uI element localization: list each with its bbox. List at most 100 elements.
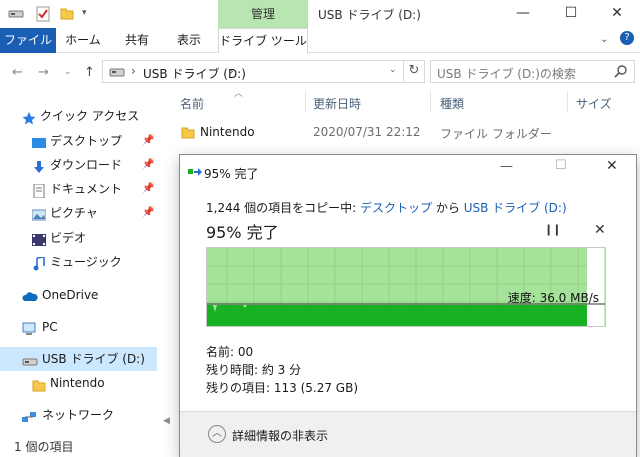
chevron-down-icon[interactable]: ⌄ — [600, 34, 608, 45]
breadcrumb-separator[interactable]: › — [229, 64, 234, 78]
column-divider[interactable] — [305, 91, 306, 113]
search-field[interactable]: USB ドライブ (D:)の検索 — [430, 60, 635, 83]
graph-grid — [207, 248, 605, 326]
throughput-area — [207, 305, 587, 326]
column-header-name[interactable]: 名前 — [180, 95, 204, 112]
address-dropdown-icon[interactable]: ⌄ — [389, 65, 397, 75]
column-divider[interactable] — [567, 91, 568, 113]
pin-icon[interactable]: 📌 — [142, 129, 154, 153]
less-details-button[interactable]: 詳細情報の非表示 — [232, 427, 328, 444]
nav-label: ミュージック — [50, 255, 122, 269]
table-row[interactable]: Nintendo 2020/07/31 22:12 ファイル フォルダー — [176, 121, 636, 143]
copy-description: 1,244 個の項目をコピー中: デスクトップ から USB ドライブ (D:) — [206, 199, 567, 216]
address-bar[interactable]: › USB ドライブ (D:) › ⌄ — [102, 60, 404, 83]
document-icon — [32, 182, 46, 199]
forward-arrow-icon[interactable]: → — [38, 65, 49, 80]
source-link[interactable]: デスクトップ — [360, 201, 432, 215]
column-header-size[interactable]: サイズ — [576, 95, 612, 112]
minimize-button[interactable]: — — [500, 0, 546, 28]
file-date: 2020/07/31 22:12 — [313, 125, 421, 139]
search-icon[interactable] — [614, 64, 628, 81]
file-type: ファイル フォルダー — [440, 127, 552, 141]
back-arrow-icon[interactable]: ← — [12, 65, 23, 80]
drive-icon — [22, 352, 38, 366]
destination-link[interactable]: USB ドライブ (D:) — [464, 201, 567, 215]
dialog-close-button[interactable]: ✕ — [606, 158, 618, 174]
drive-icon — [8, 6, 24, 23]
percent-complete: 95% 完了 — [206, 223, 279, 242]
maximize-button[interactable]: ☐ — [548, 0, 594, 28]
copy-count: 1,244 個の項目をコピー中: — [206, 201, 357, 215]
folder-icon — [32, 376, 46, 392]
dialog-maximize-button: ☐ — [555, 158, 567, 173]
nav-network[interactable]: ネットワーク — [0, 403, 158, 427]
nav-item-downloads[interactable]: ダウンロード 📌 — [0, 153, 158, 177]
ribbon-tabs: ファイル ホーム 共有 表示 ドライブ ツール ⌄ ? — [0, 28, 640, 53]
chevron-up-icon[interactable]: ︿ — [208, 425, 226, 443]
column-header-type[interactable]: 種類 — [440, 95, 464, 112]
tab-home[interactable]: ホーム — [64, 28, 102, 53]
nav-item-documents[interactable]: ドキュメント 📌 — [0, 177, 158, 201]
progress-fill — [207, 248, 605, 326]
nav-usb-drive-selected[interactable]: USB ドライブ (D:) — [0, 347, 157, 371]
desktop-icon — [32, 134, 46, 148]
copy-progress-dialog: 95% 完了 — ☐ ✕ 1,244 個の項目をコピー中: デスクトップ から … — [179, 154, 637, 457]
picture-icon — [31, 206, 47, 221]
customize-quick-access-icon[interactable]: ▾ — [82, 8, 87, 18]
dialog-title: 95% 完了 — [204, 167, 259, 181]
folder-icon — [181, 125, 195, 142]
help-icon[interactable]: ? — [620, 31, 634, 45]
nav-onedrive[interactable]: OneDrive — [0, 283, 158, 307]
nav-label: ドキュメント — [50, 182, 123, 196]
cancel-copy-button[interactable]: ✕ — [594, 222, 606, 238]
time-remaining: 残り時間: 約 3 分 — [206, 363, 302, 377]
speed-label: 速度: 36.0 MB/s — [507, 291, 599, 305]
nav-label: Nintendo — [50, 376, 105, 390]
pause-button[interactable]: ❙❙ — [544, 223, 561, 236]
nav-quick-access[interactable]: クイック アクセス — [0, 104, 158, 128]
properties-icon[interactable] — [36, 6, 50, 25]
close-button[interactable]: ✕ — [594, 0, 640, 28]
dialog-footer: ︿ 詳細情報の非表示 — [180, 411, 636, 457]
tab-drive-tools[interactable]: ドライブ ツール — [218, 28, 308, 53]
dialog-minimize-button[interactable]: — — [500, 159, 513, 174]
status-item-count: 1 個の項目 — [14, 440, 74, 454]
title-bar: ▾ 管理 USB ドライブ (D:) — ☐ ✕ — [0, 0, 640, 28]
column-header-date[interactable]: 更新日時 — [313, 95, 361, 112]
column-divider[interactable] — [430, 91, 431, 113]
nav-label: ダウンロード — [50, 158, 123, 172]
nav-pc[interactable]: PC — [0, 315, 158, 339]
breadcrumb-separator[interactable]: › — [131, 64, 136, 78]
nav-label: ネットワーク — [42, 408, 115, 422]
file-name: Nintendo — [200, 125, 255, 139]
nav-label: ビデオ — [50, 231, 87, 245]
tab-view[interactable]: 表示 — [170, 28, 208, 53]
nav-label: PC — [42, 320, 58, 334]
tab-file[interactable]: ファイル — [0, 28, 56, 53]
recent-locations-chevron-icon[interactable]: ⌄ — [64, 67, 72, 77]
new-folder-icon[interactable] — [60, 6, 74, 23]
pin-icon[interactable]: 📌 — [142, 201, 154, 225]
nav-item-nintendo[interactable]: Nintendo — [0, 371, 158, 395]
items-remaining: 残りの項目: 113 (5.27 GB) — [206, 381, 359, 395]
pin-icon[interactable]: 📌 — [142, 153, 154, 177]
context-tab-manage[interactable]: 管理 — [218, 0, 308, 28]
nav-item-desktop[interactable]: デスクトップ 📌 — [0, 129, 158, 153]
music-note-icon — [32, 255, 46, 271]
scroll-left-arrow-icon[interactable]: ◀ — [163, 416, 175, 432]
search-placeholder: USB ドライブ (D:)の検索 — [437, 67, 576, 81]
tab-share[interactable]: 共有 — [118, 28, 156, 53]
nav-item-music[interactable]: ミュージック — [0, 250, 158, 274]
nav-label: デスクトップ — [50, 134, 123, 148]
nav-item-videos[interactable]: ビデオ — [0, 226, 158, 250]
nav-label: ピクチャ — [50, 206, 98, 220]
refresh-icon[interactable]: ↻ — [404, 60, 425, 83]
from-word: から — [435, 201, 460, 215]
up-arrow-icon[interactable]: ↑ — [84, 65, 95, 80]
computer-icon — [22, 320, 36, 335]
pin-icon[interactable]: 📌 — [142, 177, 154, 201]
copy-icon — [188, 166, 202, 181]
network-icon — [22, 408, 36, 422]
nav-item-pictures[interactable]: ピクチャ 📌 — [0, 201, 158, 225]
download-arrow-icon — [32, 158, 46, 173]
